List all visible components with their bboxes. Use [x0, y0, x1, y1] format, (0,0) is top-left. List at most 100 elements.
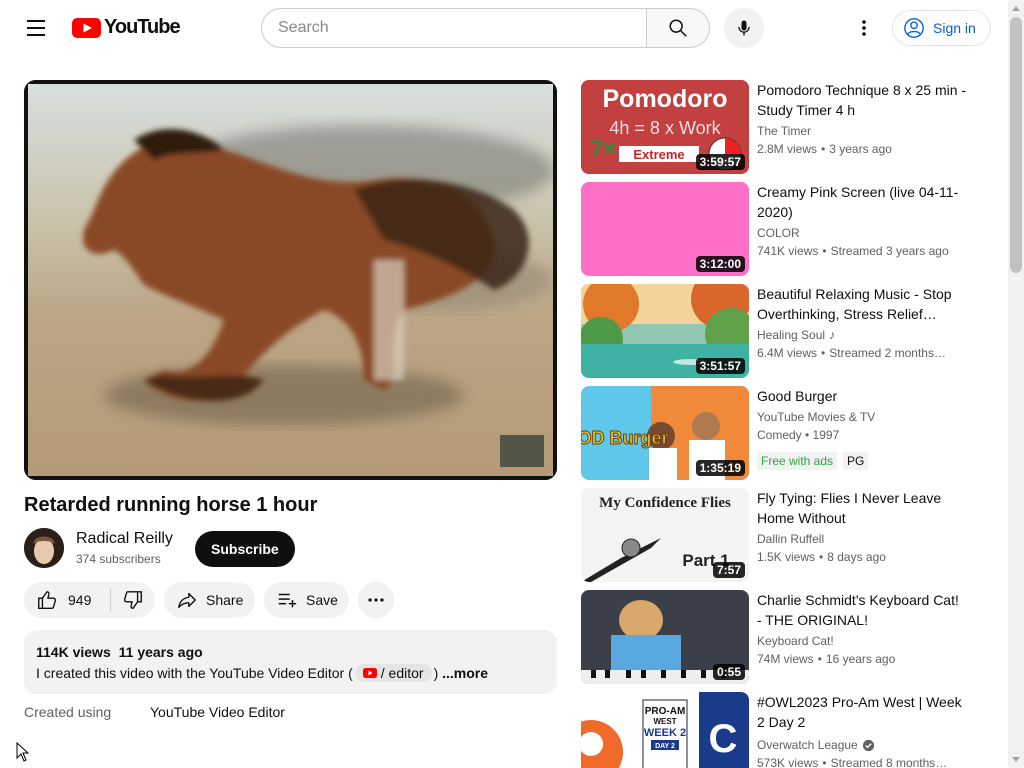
rec-title[interactable]: Creamy Pink Screen (live 04-11-2020)	[757, 182, 967, 222]
free-with-ads-badge: Free with ads	[757, 452, 838, 470]
recommendation-item[interactable]: My Confidence Flies Part 1 7:57 Fly Tyin…	[581, 488, 971, 582]
description-text-after: )	[433, 665, 439, 681]
menu-icon[interactable]	[20, 12, 52, 44]
dislike-button[interactable]	[111, 582, 155, 618]
voice-search-button[interactable]	[724, 8, 764, 48]
view-count: 114K views	[36, 644, 111, 660]
recommendation-item[interactable]: Pomodoro 4h = 8 x Work Extreme 7× 3:59:5…	[581, 80, 971, 174]
subscriber-count: 374 subscribers	[76, 552, 161, 566]
rec-channel[interactable]: The Timer	[757, 124, 811, 138]
youtube-play-icon	[72, 17, 101, 38]
rec-channel[interactable]: Overwatch League	[757, 738, 875, 752]
rec-channel[interactable]: Keyboard Cat!	[757, 634, 834, 648]
thumb-title: PRO-AM	[645, 706, 686, 717]
music-note-icon: ♪	[829, 328, 836, 342]
duration-badge: 3:12:00	[695, 256, 745, 272]
page-scrollbar[interactable]	[1008, 0, 1024, 768]
svg-text:C: C	[709, 717, 738, 761]
rec-title[interactable]: Good Burger	[757, 386, 967, 406]
youtube-link-chip[interactable]: / editor	[354, 664, 432, 682]
logo-text: YouTube	[104, 16, 181, 38]
upload-age: 11 years ago	[118, 644, 203, 660]
thumb-subtitle: 4h = 8 x Work	[609, 118, 721, 138]
like-dislike-group: 949	[24, 582, 155, 618]
show-more-link[interactable]: ...more	[442, 665, 488, 681]
more-options-icon[interactable]	[848, 12, 880, 44]
share-button[interactable]: Share	[164, 582, 255, 618]
youtube-logo[interactable]: YouTube	[72, 16, 181, 39]
save-label: Save	[306, 592, 338, 608]
search-button[interactable]	[646, 8, 710, 48]
rec-channel[interactable]: Healing Soul ♪	[757, 328, 835, 342]
thumb-title: My Confidence Flies	[599, 495, 731, 511]
recommendation-item[interactable]: 3:12:00 Creamy Pink Screen (live 04-11-2…	[581, 182, 971, 276]
scroll-up-arrow-icon[interactable]	[1012, 6, 1020, 11]
scrollbar-thumb[interactable]	[1010, 17, 1022, 273]
rec-meta: 573K views • Streamed 8 months…	[757, 756, 948, 768]
rec-title[interactable]: #OWL2023 Pro-Am West | Week 2 Day 2	[757, 692, 967, 732]
thumb-title: Pomodoro	[603, 85, 728, 113]
duration-badge: 0:55	[712, 664, 745, 680]
video-thumbnail[interactable]: GOOD Burger 1:35:19	[581, 386, 749, 480]
search-box	[261, 8, 647, 48]
recommendation-item[interactable]: PRO-AM WEST WEEK 2 DAY 2 C #OWL2023 Pro-…	[581, 692, 971, 768]
video-thumbnail[interactable]: 3:12:00	[581, 182, 749, 276]
search-input[interactable]	[278, 19, 631, 37]
video-thumbnail[interactable]: 3:51:57	[581, 284, 749, 378]
video-player[interactable]	[24, 80, 557, 480]
thumb-title: GOOD Burger	[581, 428, 669, 448]
rating-badge: PG	[843, 452, 869, 470]
description-text-before: I created this video with the YouTube Vi…	[36, 665, 353, 681]
mouse-cursor-icon	[16, 742, 30, 762]
verified-icon	[862, 739, 874, 751]
duration-badge: 3:59:57	[695, 154, 745, 170]
thumb-tag: Extreme	[633, 147, 684, 162]
description-text: I created this video with the YouTube Vi…	[36, 664, 545, 682]
rec-meta: 741K views • Streamed 3 years ago	[757, 244, 949, 258]
sign-in-label: Sign in	[933, 20, 976, 36]
video-thumbnail[interactable]: 0:55	[581, 590, 749, 684]
scroll-down-arrow-icon[interactable]	[1012, 757, 1020, 762]
created-using-label: Created using	[24, 704, 112, 720]
horse-video-frame	[24, 80, 557, 480]
masthead: YouTube Sign in	[0, 0, 1008, 56]
rec-title[interactable]: Charlie Schmidt's Keyboard Cat! - THE OR…	[757, 590, 967, 630]
rec-meta: 1.5K views • 8 days ago	[757, 550, 886, 564]
subscribe-button[interactable]: Subscribe	[195, 531, 295, 567]
channel-row: Radical Reilly 374 subscribers Subscribe	[24, 528, 557, 568]
channel-avatar[interactable]	[24, 528, 64, 568]
rec-meta: 2.8M views • 3 years ago	[757, 142, 892, 156]
thumb-day: DAY 2	[655, 743, 675, 750]
rec-channel[interactable]: Dallin Ruffell	[757, 532, 824, 546]
like-count: 949	[68, 592, 92, 608]
recommendation-item[interactable]: 3:51:57 Beautiful Relaxing Music - Stop …	[581, 284, 971, 378]
recommendation-item[interactable]: 0:55 Charlie Schmidt's Keyboard Cat! - T…	[581, 590, 971, 684]
save-button[interactable]: Save	[264, 582, 349, 618]
rec-title[interactable]: Fly Tying: Flies I Never Leave Home With…	[757, 488, 967, 528]
channel-name[interactable]: Radical Reilly	[76, 530, 173, 548]
description-box[interactable]: 114K views 11 years ago I created this v…	[24, 630, 557, 694]
more-actions-button[interactable]	[358, 582, 394, 618]
video-thumbnail[interactable]: My Confidence Flies Part 1 7:57	[581, 488, 749, 582]
rec-title[interactable]: Beautiful Relaxing Music - Stop Overthin…	[757, 284, 967, 324]
sign-in-button[interactable]: Sign in	[892, 10, 991, 46]
share-label: Share	[206, 592, 244, 608]
rec-channel[interactable]: COLOR	[757, 226, 800, 240]
rec-meta: 6.4M views • Streamed 2 months…	[757, 346, 946, 360]
duration-badge: 7:57	[712, 562, 745, 578]
created-using-value[interactable]: YouTube Video Editor	[150, 704, 285, 720]
thumbs-up-icon	[38, 591, 57, 609]
duration-badge: 1:35:19	[695, 460, 745, 476]
rec-meta: 74M views • 16 years ago	[757, 652, 896, 666]
search-icon	[669, 19, 687, 37]
share-icon	[178, 592, 196, 609]
rec-badges: Free with ads PG	[757, 452, 869, 470]
video-thumbnail[interactable]: PRO-AM WEST WEEK 2 DAY 2 C	[581, 692, 749, 768]
like-button[interactable]: 949	[24, 582, 110, 618]
rec-channel[interactable]: YouTube Movies & TV	[757, 410, 875, 424]
thumb-subtitle: WEST	[653, 717, 676, 726]
recommendation-item[interactable]: GOOD Burger 1:35:19 Good Burger YouTube …	[581, 386, 971, 480]
video-thumbnail[interactable]: Pomodoro 4h = 8 x Work Extreme 7× 3:59:5…	[581, 80, 749, 174]
rec-title[interactable]: Pomodoro Technique 8 x 25 min - Study Ti…	[757, 80, 967, 120]
playlist-add-icon	[278, 593, 297, 608]
